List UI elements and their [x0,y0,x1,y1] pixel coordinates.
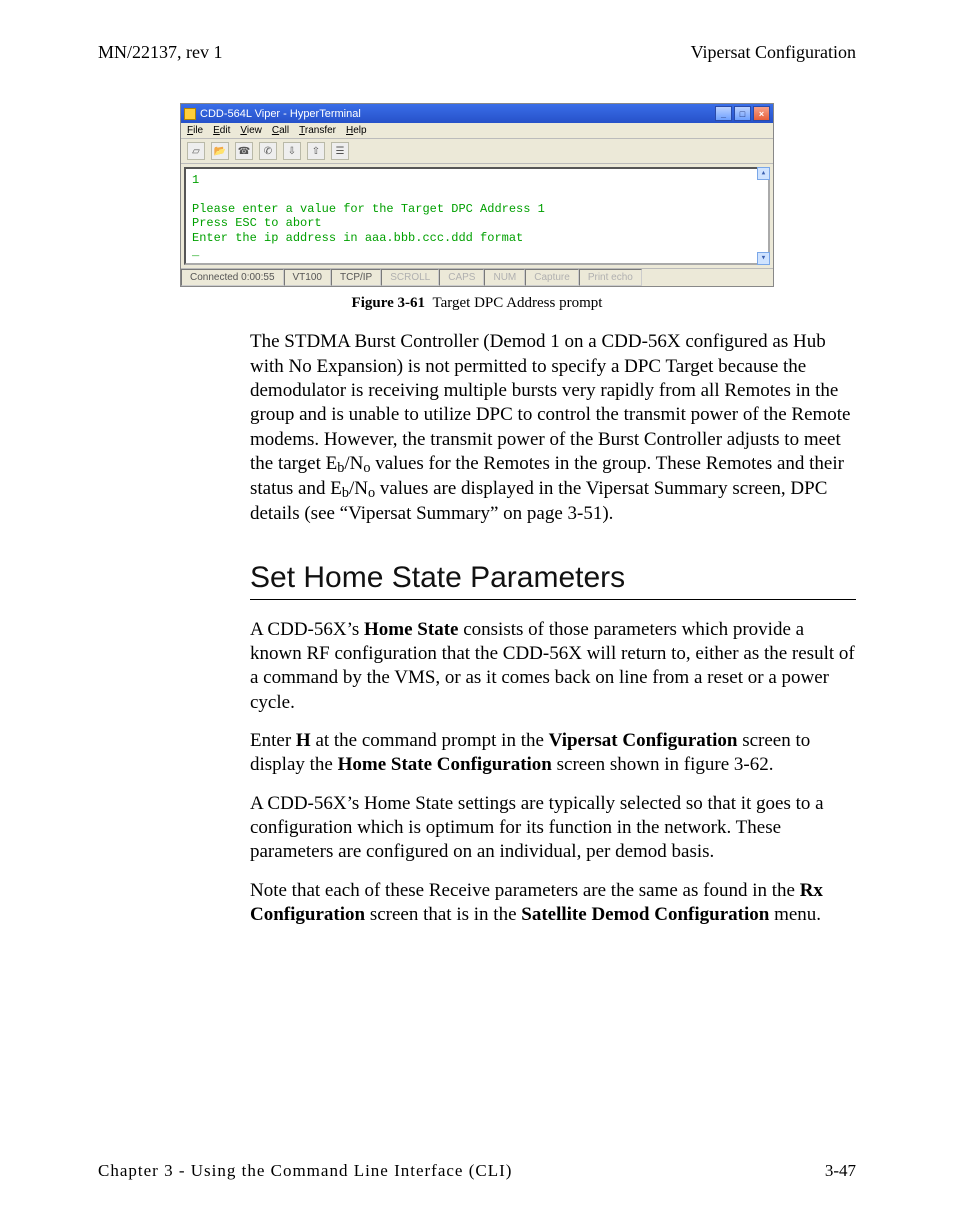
paragraph-2: A CDD-56X’s Home State consists of those… [250,618,856,715]
paragraph-3: Enter H at the command prompt in the Vip… [250,729,856,778]
terminal-frame: 1 Please enter a value for the Target DP… [181,164,773,268]
connect-icon[interactable]: ☎ [235,142,253,160]
header-left: MN/22137, rev 1 [98,42,223,63]
paragraph-4: A CDD-56X’s Home State settings are typi… [250,792,856,865]
footer-page: 3-47 [825,1161,856,1181]
toolbar: ▱ 📂 ☎ ✆ ⇩ ⇧ ☰ [181,139,773,164]
menu-file[interactable]: File [187,125,203,136]
titlebar: CDD-564L Viper - HyperTerminal _ □ × [181,104,773,123]
open-icon[interactable]: 📂 [211,142,229,160]
page-footer: Chapter 3 - Using the Command Line Inter… [98,1161,856,1181]
status-printecho: Print echo [579,269,642,286]
maximize-button[interactable]: □ [734,106,751,121]
status-transport: TCP/IP [331,269,381,286]
scroll-down-icon[interactable]: ▾ [757,252,770,265]
window-title: CDD-564L Viper - HyperTerminal [200,108,361,120]
close-button[interactable]: × [753,106,770,121]
menu-edit[interactable]: Edit [213,125,230,136]
hyperterminal-window: CDD-564L Viper - HyperTerminal _ □ × Fil… [180,103,774,287]
scroll-up-icon[interactable]: ▴ [757,167,770,180]
app-icon [184,108,196,120]
body-text: The STDMA Burst Controller (Demod 1 on a… [250,330,856,526]
status-num: NUM [484,269,525,286]
footer-chapter: Chapter 3 - Using the Command Line Inter… [98,1161,512,1181]
menu-bar: File Edit View Call Transfer Help [181,123,773,139]
status-caps: CAPS [439,269,484,286]
paragraph-1: The STDMA Burst Controller (Demod 1 on a… [250,330,856,526]
heading-rule [250,599,856,600]
section-body: A CDD-56X’s Home State consists of those… [250,618,856,927]
status-capture: Capture [525,269,579,286]
figure-caption-61: Figure 3-61 Target DPC Address prompt [352,295,603,312]
minimize-button[interactable]: _ [715,106,732,121]
window-buttons: _ □ × [715,106,770,121]
send-icon[interactable]: ⇩ [283,142,301,160]
menu-call[interactable]: Call [272,125,289,136]
figure-3-61: CDD-564L Viper - HyperTerminal _ □ × Fil… [98,103,856,312]
disconnect-icon[interactable]: ✆ [259,142,277,160]
receive-icon[interactable]: ⇧ [307,142,325,160]
menu-view[interactable]: View [240,125,262,136]
menu-help[interactable]: Help [346,125,367,136]
terminal-output[interactable]: 1 Please enter a value for the Target DP… [184,167,770,265]
figure-caption-text: Target DPC Address prompt [433,295,603,311]
status-connected: Connected 0:00:55 [181,269,284,286]
paragraph-5: Note that each of these Receive paramete… [250,879,856,928]
header-right: Vipersat Configuration [691,42,856,63]
new-icon[interactable]: ▱ [187,142,205,160]
section-heading: Set Home State Parameters [250,561,856,595]
menu-transfer[interactable]: Transfer [299,125,336,136]
figure-label: Figure 3-61 [352,295,425,311]
status-bar: Connected 0:00:55 VT100 TCP/IP SCROLL CA… [181,268,773,286]
status-emulation: VT100 [284,269,331,286]
status-scroll: SCROLL [381,269,439,286]
page-header: MN/22137, rev 1 Vipersat Configuration [98,42,856,63]
properties-icon[interactable]: ☰ [331,142,349,160]
